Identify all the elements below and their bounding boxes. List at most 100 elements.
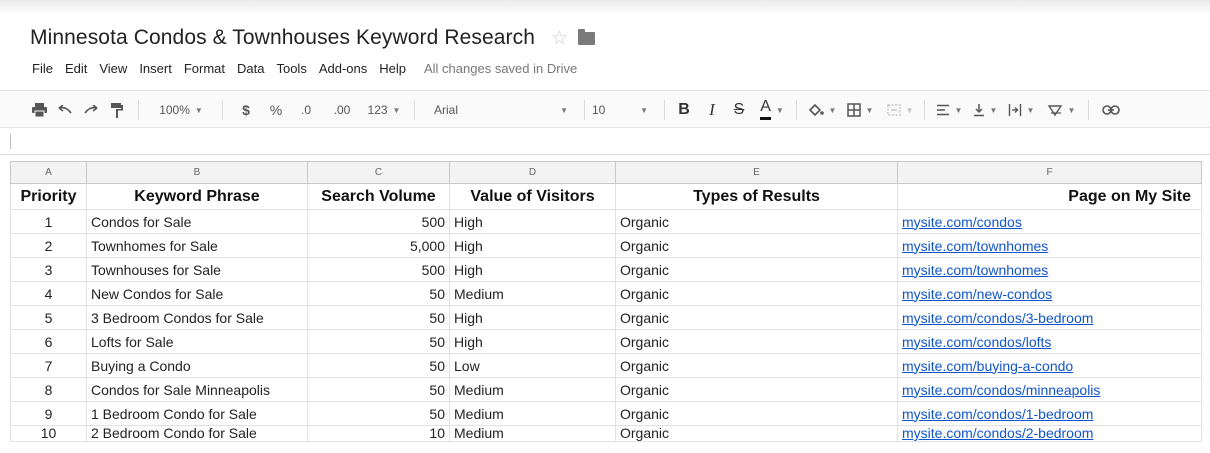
cell-keyword[interactable]: Condos for Sale [86,209,308,234]
formula-bar[interactable] [0,128,1210,155]
text-rotation-button[interactable]: ▼ [1042,91,1080,129]
cell-page[interactable]: mysite.com/condos/1-bedroom [897,401,1202,426]
currency-format-button[interactable]: $ [234,91,258,129]
cell-type[interactable]: Organic [615,377,898,402]
cell-value[interactable]: Medium [449,281,616,306]
menu-tools[interactable]: Tools [276,61,306,76]
page-link[interactable]: mysite.com/condos/1-bedroom [902,406,1093,422]
cell-value[interactable]: Medium [449,425,616,442]
page-link[interactable]: mysite.com/buying-a-condo [902,358,1073,374]
percent-format-button[interactable]: % [264,91,288,129]
cell-value[interactable]: High [449,233,616,258]
menu-insert[interactable]: Insert [139,61,172,76]
text-wrapping-button[interactable]: ▼ [1004,91,1038,129]
font-size-select[interactable]: 10 ▼ [592,91,656,129]
cell-page[interactable]: mysite.com/condos/2-bedroom [897,425,1202,442]
cell-value[interactable]: Medium [449,377,616,402]
cell-value[interactable]: High [449,305,616,330]
header-value-of-visitors[interactable]: Value of Visitors [449,183,616,210]
folder-icon[interactable] [578,28,596,45]
cell-page[interactable]: mysite.com/condos/3-bedroom [897,305,1202,330]
decrease-decimal-button[interactable]: .0 [292,91,320,129]
cell-keyword[interactable]: New Condos for Sale [86,281,308,306]
cell-value[interactable]: Low [449,353,616,378]
horizontal-align-button[interactable]: ▼ [932,91,966,129]
column-header-f[interactable]: F [897,161,1202,184]
header-types-of-results[interactable]: Types of Results [615,183,898,210]
column-header-b[interactable]: B [86,161,308,184]
cell-volume[interactable]: 50 [307,329,450,354]
cell-volume[interactable]: 500 [307,209,450,234]
cell-priority[interactable]: 6 [10,329,87,354]
menu-format[interactable]: Format [184,61,225,76]
page-link[interactable]: mysite.com/condos/minneapolis [902,382,1100,398]
header-search-volume[interactable]: Search Volume [307,183,450,210]
cell-type[interactable]: Organic [615,425,898,442]
page-link[interactable]: mysite.com/new-condos [902,286,1052,302]
column-header-d[interactable]: D [449,161,616,184]
cell-keyword[interactable]: Condos for Sale Minneapolis [86,377,308,402]
document-title[interactable]: Minnesota Condos & Townhouses Keyword Re… [30,26,535,50]
merge-cells-button[interactable]: ▼ [882,91,918,129]
cell-volume[interactable]: 10 [307,425,450,442]
cell-volume[interactable]: 50 [307,377,450,402]
cell-page[interactable]: mysite.com/townhomes [897,233,1202,258]
cell-keyword[interactable]: Townhomes for Sale [86,233,308,258]
cell-priority[interactable]: 3 [10,257,87,282]
paint-format-icon[interactable] [106,91,128,129]
cell-keyword[interactable]: Buying a Condo [86,353,308,378]
cell-priority[interactable]: 7 [10,353,87,378]
cell-priority[interactable]: 1 [10,209,87,234]
page-link[interactable]: mysite.com/condos/2-bedroom [902,427,1093,441]
cell-keyword[interactable]: Townhouses for Sale [86,257,308,282]
cell-page[interactable]: mysite.com/new-condos [897,281,1202,306]
bold-button[interactable]: B [672,91,696,129]
undo-icon[interactable] [54,91,76,129]
text-color-button[interactable]: A ▼ [754,91,790,129]
cell-priority[interactable]: 8 [10,377,87,402]
strikethrough-button[interactable]: S [727,91,751,129]
cell-type[interactable]: Organic [615,329,898,354]
zoom-select[interactable]: 100% ▼ [150,91,212,129]
cell-priority[interactable]: 2 [10,233,87,258]
cell-page[interactable]: mysite.com/condos [897,209,1202,234]
insert-link-icon[interactable] [1096,91,1126,129]
page-link[interactable]: mysite.com/townhomes [902,262,1048,278]
menu-data[interactable]: Data [237,61,264,76]
vertical-align-button[interactable]: ▼ [968,91,1002,129]
header-keyword-phrase[interactable]: Keyword Phrase [86,183,308,210]
menu-help[interactable]: Help [379,61,406,76]
menu-view[interactable]: View [99,61,127,76]
cell-value[interactable]: Medium [449,401,616,426]
font-family-select[interactable]: Arial ▼ [434,91,584,129]
cell-value[interactable]: High [449,329,616,354]
print-icon[interactable] [28,91,50,129]
redo-icon[interactable] [80,91,102,129]
cell-value[interactable]: High [449,209,616,234]
page-link[interactable]: mysite.com/condos/lofts [902,334,1051,350]
increase-decimal-button[interactable]: .00 [324,91,360,129]
page-link[interactable]: mysite.com/condos/3-bedroom [902,310,1093,326]
more-formats-button[interactable]: 123 ▼ [362,91,406,129]
cell-volume[interactable]: 5,000 [307,233,450,258]
cell-volume[interactable]: 500 [307,257,450,282]
header-page-on-my-site[interactable]: Page on My Site [897,183,1202,210]
fill-color-button[interactable]: ▼ [804,91,840,129]
cell-priority[interactable]: 5 [10,305,87,330]
cell-type[interactable]: Organic [615,257,898,282]
cell-keyword[interactable]: Lofts for Sale [86,329,308,354]
cell-type[interactable]: Organic [615,401,898,426]
page-link[interactable]: mysite.com/condos [902,214,1022,230]
cell-page[interactable]: mysite.com/condos/minneapolis [897,377,1202,402]
italic-button[interactable]: I [700,91,724,129]
cell-volume[interactable]: 50 [307,401,450,426]
page-link[interactable]: mysite.com/townhomes [902,238,1048,254]
cell-keyword[interactable]: 1 Bedroom Condo for Sale [86,401,308,426]
cell-type[interactable]: Organic [615,281,898,306]
cell-type[interactable]: Organic [615,305,898,330]
cell-page[interactable]: mysite.com/buying-a-condo [897,353,1202,378]
column-header-e[interactable]: E [615,161,898,184]
cell-keyword[interactable]: 2 Bedroom Condo for Sale [86,425,308,442]
menu-file[interactable]: File [32,61,53,76]
column-header-c[interactable]: C [307,161,450,184]
